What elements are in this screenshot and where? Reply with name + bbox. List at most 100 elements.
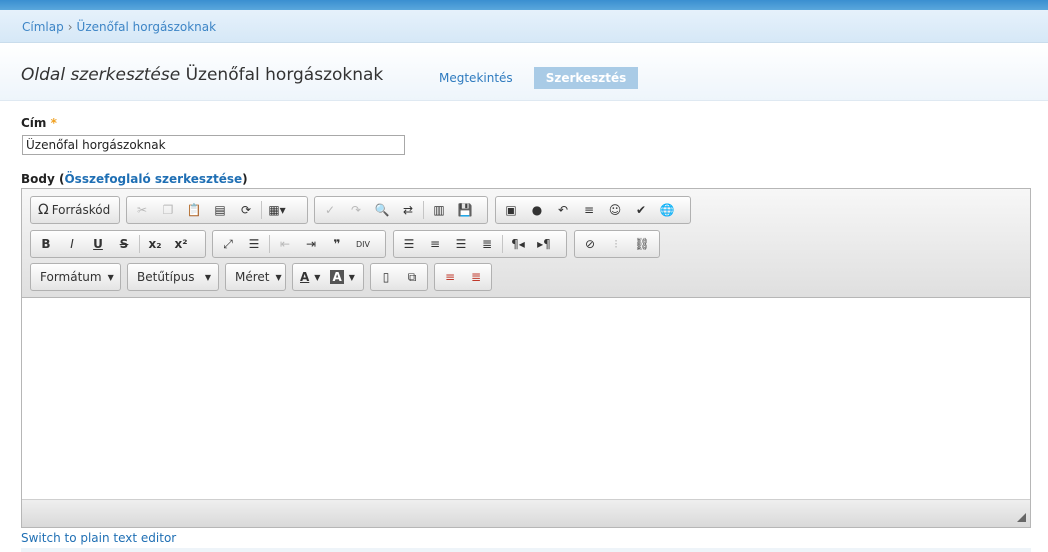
format-combo[interactable]: Formátum ▼ (30, 263, 121, 291)
source-group: Ω Forráskód (30, 196, 120, 224)
title-input[interactable] (22, 135, 405, 155)
chevron-down-icon: ▼ (275, 272, 282, 282)
templates-icon[interactable]: ⧉ (399, 266, 425, 288)
align-center-icon[interactable]: ≡ (422, 233, 448, 255)
breadcrumb-current-link[interactable]: Üzenőfal horgászoknak (77, 20, 217, 34)
indent-icon[interactable]: ⇥ (298, 233, 324, 255)
breadcrumb-home-link[interactable]: Címlap (22, 20, 64, 34)
tab-view[interactable]: Megtekintés (439, 71, 513, 85)
rtl-icon[interactable]: ¶◂ (505, 233, 531, 255)
size-combo-label: Méret (235, 270, 270, 284)
chevron-down-icon: ▼ (348, 272, 355, 282)
title-label: Cím * (21, 116, 57, 130)
cut-icon[interactable]: ✂ (129, 199, 155, 221)
resize-handle-icon[interactable] (1017, 513, 1026, 522)
page-title-node: Üzenőfal horgászoknak (185, 65, 384, 85)
toolbar-separator (423, 201, 424, 219)
font-combo-label: Betűtípus (137, 270, 195, 284)
tab-edit[interactable]: Szerkesztés (534, 67, 638, 89)
bg-color-icon: A (330, 270, 344, 284)
toolbar-separator (269, 235, 270, 253)
page-break-icon[interactable]: ≡ (437, 266, 463, 288)
blockquote-icon[interactable]: ❞ (324, 233, 350, 255)
spellcheck-disabled-icon[interactable]: ✓ (317, 199, 343, 221)
paste-text-icon[interactable]: ▤ (207, 199, 233, 221)
create-div-icon[interactable]: DIV (350, 233, 376, 255)
superscript-icon[interactable]: x² (168, 233, 194, 255)
paste-word-icon[interactable]: ⟳ (233, 199, 259, 221)
subscript-icon[interactable]: x₂ (142, 233, 168, 255)
format-combo-label: Formátum (40, 270, 102, 284)
body-label: Body (Összefoglaló szerkesztése) (21, 172, 248, 186)
toolbar-separator (261, 201, 262, 219)
copy-icon[interactable]: ❐ (155, 199, 181, 221)
text-color-button[interactable]: A ▼ (295, 266, 325, 288)
ltr-icon[interactable]: ▸¶ (531, 233, 557, 255)
replace-icon[interactable]: ⇄ (395, 199, 421, 221)
required-marker: * (50, 116, 57, 130)
top-accent-bar (0, 0, 1048, 10)
editor-toolbar: Ω Forráskód ✂ ❐ 📋 ▤ ⟳ ▦▾ ✓ ↷ 🔍 ⇄ ▥ 💾 ▣ ●… (22, 189, 1030, 298)
unlink-icon[interactable]: ⊘ (577, 233, 603, 255)
select-all-icon[interactable]: ▥ (426, 199, 452, 221)
basic-styles-group: B I U S x₂ x² (30, 230, 206, 258)
editor-content-area[interactable] (22, 299, 1030, 499)
bg-color-button[interactable]: A ▼ (325, 266, 359, 288)
break-group: ≡ ≣ (434, 263, 492, 291)
rich-text-editor: Ω Forráskód ✂ ❐ 📋 ▤ ⟳ ▦▾ ✓ ↷ 🔍 ⇄ ▥ 💾 ▣ ●… (21, 188, 1031, 528)
align-right-icon[interactable]: ☰ (448, 233, 474, 255)
outdent-icon[interactable]: ⇤ (272, 233, 298, 255)
new-page-icon[interactable]: ▯ (373, 266, 399, 288)
link-icon[interactable]: ⛓ (629, 233, 655, 255)
clipboard-group: ✂ ❐ 📋 ▤ ⟳ ▦▾ (126, 196, 308, 224)
bold-icon[interactable]: B (33, 233, 59, 255)
numbered-list-icon[interactable]: ☰ (241, 233, 267, 255)
image-icon[interactable]: ▣ (498, 199, 524, 221)
font-combo[interactable]: Betűtípus ▼ (127, 263, 219, 291)
body-label-text: Body (21, 172, 55, 186)
italic-icon[interactable]: I (59, 233, 85, 255)
align-left-icon[interactable]: ☰ (396, 233, 422, 255)
paste-icon[interactable]: 📋 (181, 199, 207, 221)
editor-status-bar (22, 499, 1030, 527)
redo-icon[interactable]: ↷ (343, 199, 369, 221)
paragraph-group: ⤢ ☰ ⇤ ⇥ ❞ DIV (212, 230, 386, 258)
alignment-group: ☰ ≡ ☰ ≣ ¶◂ ▸¶ (393, 230, 567, 258)
editing-group: ✓ ↷ 🔍 ⇄ ▥ 💾 (314, 196, 488, 224)
toolbar-separator (139, 235, 140, 253)
anchor-icon[interactable]: ⁝ (603, 233, 629, 255)
breadcrumb: Címlap › Üzenőfal horgászoknak (22, 20, 216, 34)
insert-group: ▣ ● ↶ ≡ ☺ ✔ 🌐 (495, 196, 691, 224)
links-group: ⊘ ⁝ ⛓ (574, 230, 660, 258)
horizontal-rule-icon[interactable]: ≡ (576, 199, 602, 221)
body-paren-close: ) (242, 172, 248, 186)
maximize-icon[interactable]: ⤢ (215, 233, 241, 255)
toolbar-separator (502, 235, 503, 253)
smiley-icon[interactable]: ☺ (602, 199, 628, 221)
globe-icon[interactable]: 🌐 (654, 199, 680, 221)
source-button[interactable]: Ω Forráskód (33, 199, 115, 221)
underline-icon[interactable]: U (85, 233, 111, 255)
document-group: ▯ ⧉ (370, 263, 428, 291)
title-label-text: Cím (21, 116, 47, 130)
justify-icon[interactable]: ≣ (474, 233, 500, 255)
undo-icon[interactable]: ↶ (550, 199, 576, 221)
size-combo[interactable]: Méret ▼ (225, 263, 286, 291)
chevron-down-icon: ▼ (204, 272, 211, 282)
omega-icon: Ω (38, 202, 49, 218)
save-icon[interactable]: 💾 (452, 199, 478, 221)
chevron-down-icon: ▼ (107, 272, 114, 282)
table-icon[interactable]: ▦▾ (264, 199, 290, 221)
spellcheck-icon[interactable]: ✔ (628, 199, 654, 221)
switch-plain-text-link[interactable]: Switch to plain text editor (21, 531, 176, 545)
strikethrough-icon[interactable]: S (111, 233, 137, 255)
footer-strip (21, 548, 1031, 552)
breadcrumb-separator: › (67, 20, 73, 34)
chevron-down-icon: ▼ (314, 272, 321, 282)
source-button-label: Forráskód (51, 203, 111, 217)
find-icon[interactable]: 🔍 (369, 199, 395, 221)
color-group: A ▼ A ▼ (292, 263, 364, 291)
teaser-break-icon[interactable]: ≣ (463, 266, 489, 288)
flash-icon[interactable]: ● (524, 199, 550, 221)
edit-summary-link[interactable]: Összefoglaló szerkesztése (64, 172, 242, 186)
